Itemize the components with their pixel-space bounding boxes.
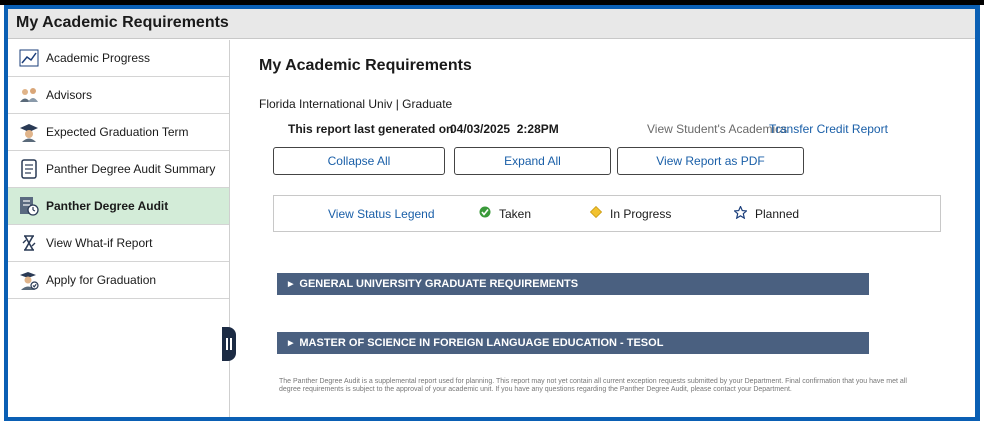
check-circle-icon xyxy=(479,206,499,221)
sidebar-item-label: Apply for Graduation xyxy=(46,273,157,287)
main-content: My Academic Requirements Florida Interna… xyxy=(231,40,975,417)
sidebar-item-panther-degree-audit[interactable]: Panther Degree Audit xyxy=(8,188,229,225)
frame-title: My Academic Requirements xyxy=(16,14,229,31)
transfer-credit-report-link[interactable]: Transfer Credit Report xyxy=(769,122,888,136)
audit-doc-icon xyxy=(18,195,40,217)
legend-taken: Taken xyxy=(479,206,531,221)
institution-label: Florida International Univ | Graduate xyxy=(259,97,453,111)
sidebar-item-degree-audit-summary[interactable]: Panther Degree Audit Summary xyxy=(8,151,229,188)
sidebar-item-what-if-report[interactable]: View What-if Report xyxy=(8,225,229,262)
chart-line-icon xyxy=(18,47,40,69)
star-icon xyxy=(733,205,755,222)
collapse-all-button[interactable]: Collapse All xyxy=(273,147,445,175)
document-icon xyxy=(18,158,40,180)
app-frame: My Academic Requirements Academic Progre… xyxy=(4,5,980,421)
what-if-icon xyxy=(18,232,40,254)
sidebar-item-label: Advisors xyxy=(46,88,93,102)
sidebar-item-label: Panther Degree Audit xyxy=(46,199,169,213)
chevron-right-icon: ▶ xyxy=(288,340,294,347)
frame-header: My Academic Requirements xyxy=(8,9,975,39)
diamond-icon xyxy=(589,205,610,221)
legend-planned: Planned xyxy=(733,205,800,222)
legend-in-progress: In Progress xyxy=(589,205,672,221)
page-title: My Academic Requirements xyxy=(259,57,472,74)
status-legend-box: View Status Legend Taken In Progress Pla… xyxy=(273,195,941,232)
section-label: MASTER OF SCIENCE IN FOREIGN LANGUAGE ED… xyxy=(299,337,664,349)
sidebar-item-label: Panther Degree Audit Summary xyxy=(46,162,216,176)
sidebar-item-academic-progress[interactable]: Academic Progress xyxy=(8,40,229,77)
legend-taken-label: Taken xyxy=(499,206,532,221)
sidebar-item-label: Academic Progress xyxy=(46,51,151,65)
sidebar-item-label: View What-if Report xyxy=(46,236,153,250)
legend-planned-label: Planned xyxy=(755,207,800,221)
sidebar-item-label: Expected Graduation Term xyxy=(46,125,189,139)
legend-in-progress-label: In Progress xyxy=(610,206,672,221)
chevron-right-icon: ▶ xyxy=(288,281,294,288)
graduate-apply-icon xyxy=(18,269,40,291)
sidebar-item-expected-graduation-term[interactable]: Expected Graduation Term xyxy=(8,114,229,151)
generated-date: 04/03/2025 2:28PM xyxy=(450,122,559,136)
view-status-legend-link[interactable]: View Status Legend xyxy=(328,207,435,221)
section-ms-foreign-language-tesol[interactable]: ▶ MASTER OF SCIENCE IN FOREIGN LANGUAGE … xyxy=(277,332,869,354)
people-icon xyxy=(18,84,40,106)
section-label: GENERAL UNIVERSITY GRADUATE REQUIREMENTS xyxy=(299,278,579,290)
expand-all-button[interactable]: Expand All xyxy=(454,147,611,175)
footnote-disclaimer: The Panther Degree Audit is a supplement… xyxy=(279,378,907,393)
view-report-pdf-button[interactable]: View Report as PDF xyxy=(617,147,804,175)
generated-label: This report last generated on xyxy=(288,122,454,136)
sidebar-item-advisors[interactable]: Advisors xyxy=(8,77,229,114)
sidebar-item-apply-for-graduation[interactable]: Apply for Graduation xyxy=(8,262,229,299)
graduate-icon xyxy=(18,121,40,143)
view-student-academics-link[interactable]: View Student's Academics xyxy=(647,122,787,136)
section-general-requirements[interactable]: ▶ GENERAL UNIVERSITY GRADUATE REQUIREMEN… xyxy=(277,273,869,295)
sidebar: Academic Progress Advisors Expected Grad… xyxy=(8,40,230,417)
